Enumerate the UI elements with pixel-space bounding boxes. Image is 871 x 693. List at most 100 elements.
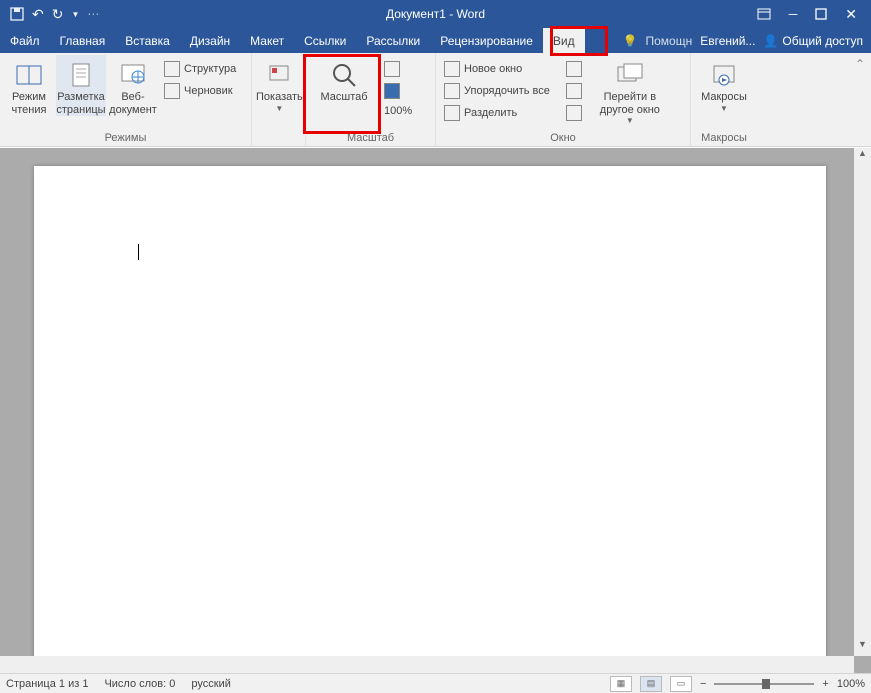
read-mode-label: Режим чтения	[12, 91, 47, 116]
macros-label: Макросы	[701, 91, 747, 104]
page-indicator[interactable]: Страница 1 из 1	[6, 678, 88, 690]
document-area: ▲ ▼	[0, 148, 871, 673]
arrange-all-label: Упорядочить все	[464, 85, 550, 97]
read-mode-button[interactable]: Режим чтения	[4, 55, 54, 116]
new-window-label: Новое окно	[464, 63, 522, 75]
reset-position-button[interactable]	[562, 103, 586, 123]
zoom-slider[interactable]	[714, 683, 814, 685]
side-by-side-button[interactable]	[562, 59, 586, 79]
tab-mailings[interactable]: Рассылки	[356, 28, 430, 53]
scroll-down-icon[interactable]: ▼	[854, 639, 871, 656]
tab-layout[interactable]: Макет	[240, 28, 294, 53]
share-label: Общий доступ	[782, 34, 863, 48]
qat-dropdown-icon[interactable]: ▼	[71, 10, 79, 19]
close-icon[interactable]: ✕	[845, 6, 857, 23]
minimize-icon[interactable]: ─	[789, 7, 798, 21]
magnifier-icon	[330, 59, 358, 91]
new-window-button[interactable]: Новое окно	[440, 59, 554, 79]
group-macros-label: Макросы	[695, 132, 753, 146]
tab-view[interactable]: Вид	[543, 28, 585, 53]
ribbon-options-icon[interactable]	[757, 8, 771, 20]
split-label: Разделить	[464, 107, 517, 119]
draft-label: Черновик	[184, 85, 233, 97]
print-layout-icon	[70, 59, 92, 91]
chevron-down-icon: ▼	[720, 104, 728, 113]
side-by-side-icon	[566, 61, 582, 77]
hundred-percent-button[interactable]: 100%	[380, 103, 416, 119]
new-window-icon	[444, 61, 460, 77]
tab-review[interactable]: Рецензирование	[430, 28, 543, 53]
tab-home[interactable]: Главная	[50, 28, 116, 53]
group-modes-label: Режимы	[4, 132, 247, 146]
multi-page-button[interactable]	[380, 81, 416, 101]
qat-overflow-icon[interactable]: ⋯	[87, 7, 99, 21]
chevron-down-icon: ▼	[626, 116, 634, 125]
sync-scroll-button[interactable]	[562, 81, 586, 101]
tab-design[interactable]: Дизайн	[180, 28, 240, 53]
window-title: Документ1 - Word	[386, 7, 485, 21]
redo-icon[interactable]: ↻	[52, 6, 64, 23]
maximize-icon[interactable]	[815, 8, 827, 20]
read-mode-view-button[interactable]: ▦	[610, 676, 632, 692]
chevron-down-icon: ▼	[275, 104, 283, 113]
zoom-out-button[interactable]: −	[700, 678, 706, 690]
group-window: Новое окно Упорядочить все Разделить Пер…	[436, 53, 691, 146]
user-name[interactable]: Евгений...	[700, 34, 755, 48]
tell-me-label[interactable]: Помощн	[645, 34, 692, 48]
horizontal-scrollbar[interactable]	[0, 656, 854, 673]
switch-windows-icon	[616, 59, 644, 91]
switch-windows-button[interactable]: Перейти в другое окно ▼	[594, 55, 666, 125]
print-layout-button[interactable]: Разметка страницы	[56, 55, 106, 116]
document-page[interactable]	[34, 166, 826, 665]
web-layout-button[interactable]: Веб- документ	[108, 55, 158, 116]
split-icon	[444, 105, 460, 121]
quick-access-toolbar: ↶ ↻ ▼ ⋯	[0, 6, 99, 23]
tab-insert[interactable]: Вставка	[115, 28, 180, 53]
zoom-button[interactable]: Масштаб	[310, 55, 378, 104]
reset-position-icon	[566, 105, 582, 121]
collapse-ribbon-icon[interactable]: ⌃	[855, 57, 865, 71]
outline-icon	[164, 61, 180, 77]
zoom-in-button[interactable]: +	[822, 678, 828, 690]
group-show: Показать ▼	[252, 53, 306, 146]
word-count[interactable]: Число слов: 0	[104, 678, 175, 690]
group-zoom: Масштаб 100% Масштаб	[306, 53, 436, 146]
print-layout-view-button[interactable]: ▤	[640, 676, 662, 692]
outline-label: Структура	[184, 63, 236, 75]
vertical-scrollbar[interactable]: ▲ ▼	[854, 148, 871, 656]
split-button[interactable]: Разделить	[440, 103, 554, 123]
draft-icon	[164, 83, 180, 99]
language-indicator[interactable]: русский	[191, 678, 230, 690]
undo-icon[interactable]: ↶	[32, 6, 44, 23]
print-layout-label: Разметка страницы	[56, 91, 105, 116]
draft-button[interactable]: Черновик	[160, 81, 240, 101]
show-button[interactable]: Показать ▼	[256, 55, 303, 113]
one-page-icon	[384, 61, 400, 77]
web-layout-label: Веб- документ	[109, 91, 157, 116]
show-label: Показать	[256, 91, 303, 104]
titlebar: ↶ ↻ ▼ ⋯ Документ1 - Word ─ ✕	[0, 0, 871, 28]
outline-button[interactable]: Структура	[160, 59, 240, 79]
share-button[interactable]: 👤 Общий доступ	[763, 34, 863, 48]
one-page-button[interactable]	[380, 59, 416, 79]
sync-scroll-icon	[566, 83, 582, 99]
web-layout-view-button[interactable]: ▭	[670, 676, 692, 692]
zoom-slider-thumb[interactable]	[762, 679, 770, 689]
zoom-level[interactable]: 100%	[837, 678, 865, 690]
switch-windows-label: Перейти в другое окно	[600, 91, 660, 116]
group-zoom-label: Масштаб	[310, 132, 431, 146]
arrange-all-button[interactable]: Упорядочить все	[440, 81, 554, 101]
tab-file[interactable]: Файл	[0, 28, 50, 53]
show-icon	[268, 59, 290, 91]
macros-button[interactable]: Макросы ▼	[695, 55, 753, 113]
tell-me-icon[interactable]: 💡	[623, 34, 638, 48]
share-icon: 👤	[763, 34, 778, 48]
tab-references[interactable]: Ссылки	[294, 28, 356, 53]
save-icon[interactable]	[10, 7, 24, 21]
status-bar: Страница 1 из 1 Число слов: 0 русский ▦ …	[0, 673, 871, 693]
scroll-up-icon[interactable]: ▲	[854, 148, 871, 165]
zoom-label: Масштаб	[320, 91, 367, 104]
multi-page-icon	[384, 83, 400, 99]
hundred-percent-label: 100%	[384, 105, 412, 117]
text-cursor	[138, 244, 139, 260]
